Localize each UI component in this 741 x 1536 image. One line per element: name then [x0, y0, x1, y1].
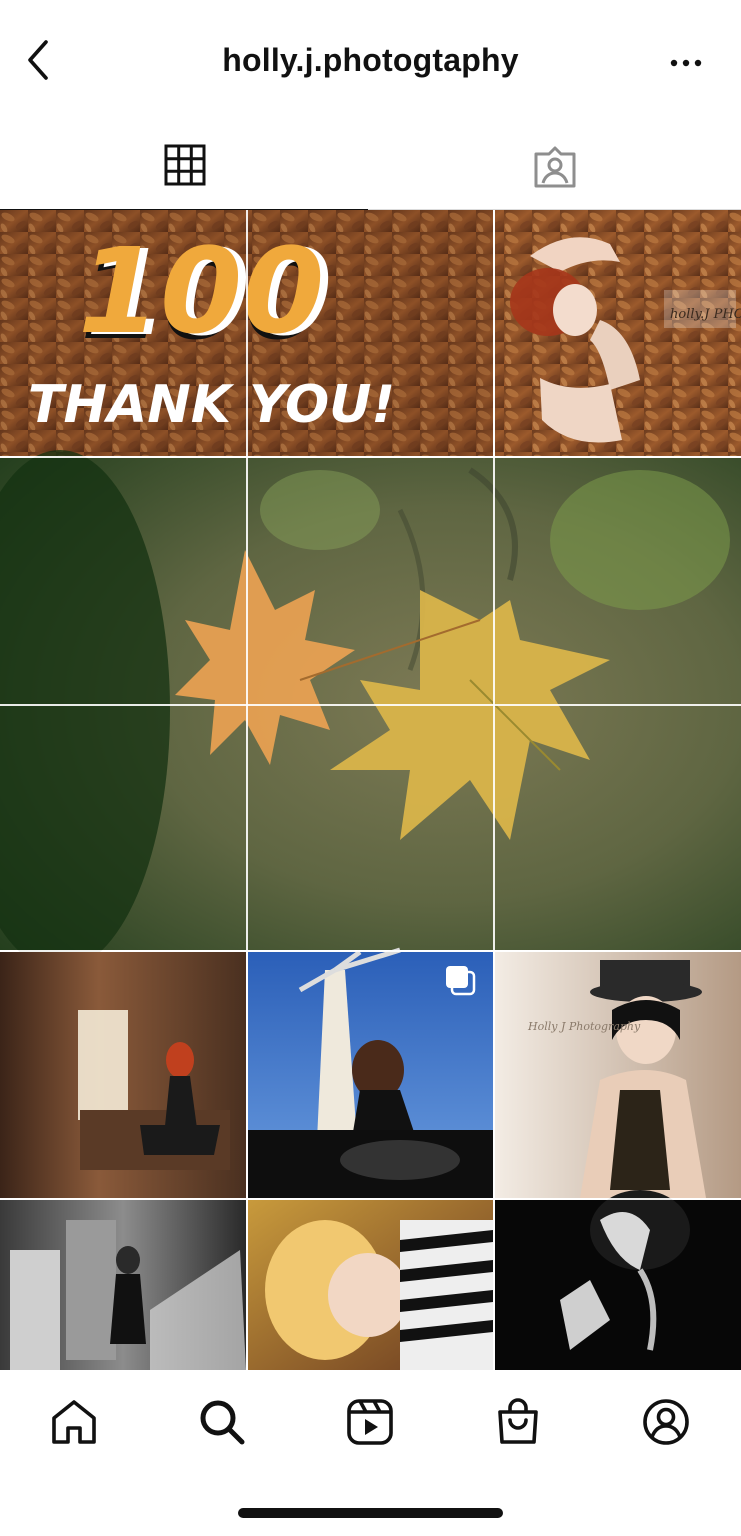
shop-bag-icon [498, 1398, 538, 1444]
nav-shop[interactable] [492, 1396, 544, 1448]
post-warehouse-redhead[interactable] [0, 952, 246, 1198]
tab-tagged[interactable] [370, 124, 740, 210]
posts-grid-canvas: 100 100 100 THANK YOU! holly.J PHOTOS [0, 210, 741, 1370]
profile-tabs [0, 124, 741, 211]
home-icon [52, 1400, 96, 1444]
home-indicator [238, 1508, 503, 1518]
watermark-holly-j-photos: holly.J PHOTOS [670, 307, 741, 322]
nav-search[interactable] [196, 1396, 248, 1448]
post-blonde-zebra[interactable] [248, 1200, 493, 1370]
ellipsis-icon [670, 59, 702, 67]
profile-username-title: holly.j.photogtaphy [222, 42, 519, 78]
grid-icon [164, 144, 206, 186]
nav-home[interactable] [48, 1396, 100, 1448]
banner-caption: THANK YOU! [28, 375, 395, 435]
post-bw-dark-portrait[interactable] [495, 1190, 741, 1370]
posts-grid: 100 100 100 THANK YOU! holly.J PHOTOS [0, 210, 741, 1370]
nav-profile[interactable] [640, 1396, 692, 1448]
reels-icon [347, 1399, 393, 1445]
watermark-holly-j-photography: Holly J Photography [527, 1020, 641, 1033]
post-maple-leaf-panel[interactable] [0, 450, 741, 970]
profile-grid-screen: holly.j.photogtaphy 100 100 100 THANK YO… [0, 0, 741, 1536]
nav-reels[interactable] [344, 1396, 396, 1448]
banner-number: 100 [78, 222, 324, 360]
post-bw-staircase[interactable] [0, 1200, 246, 1370]
search-icon [200, 1400, 245, 1445]
post-woman-in-leaves[interactable]: holly.J PHOTOS [495, 210, 741, 456]
post-windmill-motorcycle[interactable] [248, 947, 493, 1198]
header: holly.j.photogtaphy [0, 0, 741, 120]
tagged-person-icon [534, 146, 576, 188]
tab-posts-grid[interactable] [0, 124, 370, 211]
post-top-hat-portrait[interactable]: Holly J Photography [495, 952, 741, 1198]
more-options-button[interactable] [669, 48, 703, 78]
profile-icon [643, 1399, 689, 1445]
